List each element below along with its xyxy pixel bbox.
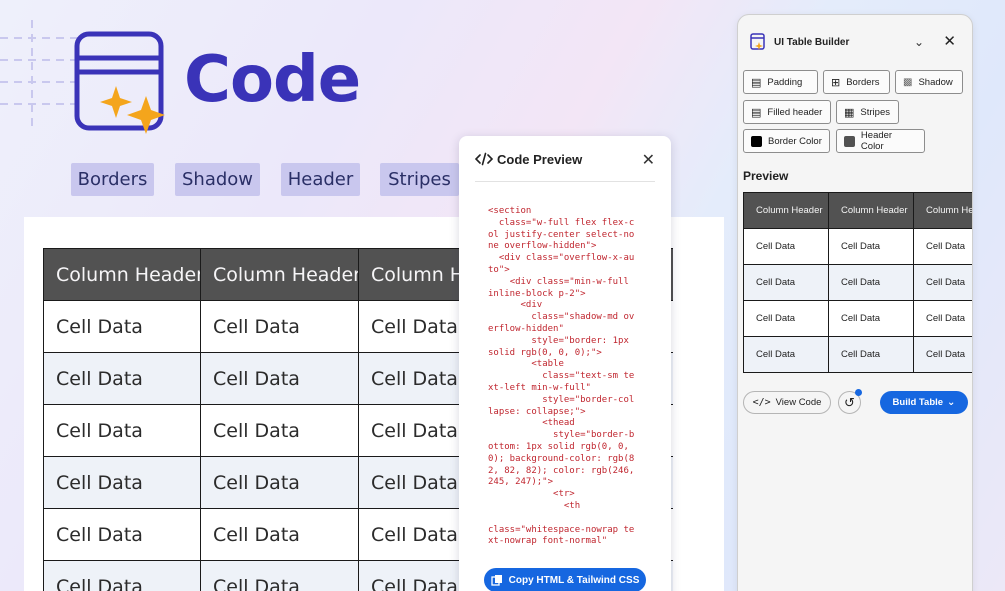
table-cell: Cell Data (913, 336, 972, 373)
copy-button-label: Copy HTML & Tailwind CSS (508, 574, 640, 586)
option-padding-button[interactable]: ▤ Padding (743, 70, 818, 94)
column-header: Column Header (200, 248, 359, 301)
table-cell: Cell Data (43, 352, 201, 405)
copy-code-button[interactable]: Copy HTML & Tailwind CSS (484, 568, 646, 591)
build-table-button[interactable]: Build Table ⌄ (880, 391, 968, 414)
code-preview-panel: Code Preview ✕ <section class="w-full fl… (459, 136, 671, 591)
code-brackets-icon (475, 152, 493, 166)
table-cell: Cell Data (43, 300, 201, 353)
chip-borders: Borders (71, 163, 154, 196)
table-cell: Cell Data (200, 456, 359, 509)
table-row: Cell Data Cell Data Cell Data (743, 300, 972, 337)
table-cell: Cell Data (743, 264, 829, 301)
hero-title: Code (184, 43, 361, 117)
table-cell: Cell Data (828, 300, 914, 337)
table-cell: Cell Data (743, 228, 829, 265)
table-cell: Cell Data (200, 508, 359, 561)
borders-icon: ⊞ (831, 76, 841, 89)
table-row: Cell Data Cell Data Cell Data (743, 228, 972, 265)
reset-icon: ↺ (844, 394, 855, 410)
stripes-icon: ▦ (844, 106, 855, 119)
column-header: Column Header (43, 248, 201, 301)
option-label: Stripes (860, 106, 890, 118)
code-snippet: <section class="w-full flex flex-col jus… (488, 206, 635, 547)
column-header: Column Header (828, 192, 914, 229)
table-sparkle-icon (74, 31, 165, 134)
notification-dot (855, 389, 862, 396)
table-cell: Cell Data (43, 508, 201, 561)
table-cell: Cell Data (200, 560, 359, 591)
close-icon[interactable]: ✕ (642, 150, 655, 170)
header-color-swatch (844, 135, 855, 147)
column-header: Column Header (913, 192, 972, 229)
table-cell: Cell Data (43, 560, 201, 591)
table-row: Cell Data Cell Data Cell Data (743, 264, 972, 301)
table-cell: Cell Data (828, 264, 914, 301)
builder-title: UI Table Builder (774, 36, 850, 48)
preview-table-container: Column Header Column Header Column Heade… (743, 192, 972, 374)
code-preview-header: Code Preview ✕ (475, 152, 655, 182)
table-row: Cell Data Cell Data Cell Data (743, 336, 972, 373)
code-preview-title: Code Preview (497, 152, 583, 167)
option-label: Filled header (767, 106, 823, 118)
table-cell: Cell Data (200, 300, 359, 353)
table-cell: Cell Data (828, 228, 914, 265)
option-stripes-button[interactable]: ▦ Stripes (836, 100, 899, 124)
table-cell: Cell Data (743, 336, 829, 373)
padding-icon: ▤ (751, 76, 762, 89)
filled-header-icon: ▤ (751, 106, 762, 119)
table-cell: Cell Data (913, 228, 972, 265)
border-color-swatch (751, 135, 762, 147)
reset-button[interactable]: ↺ (838, 389, 862, 414)
builder-header: UI Table Builder ⌄ ✕ (750, 29, 960, 55)
view-code-label: View Code (775, 397, 822, 408)
preview-label: Preview (743, 169, 789, 183)
table-builder-panel: UI Table Builder ⌄ ✕ ▤ Padding ⊞ Borders… (737, 14, 973, 591)
table-cell: Cell Data (828, 336, 914, 373)
table-header-row: Column Header Column Header Column Heade… (743, 192, 972, 229)
preview-table: Column Header Column Header Column Heade… (743, 192, 972, 373)
chevron-down-icon: ⌄ (947, 397, 956, 408)
view-code-button[interactable]: </> View Code (743, 391, 831, 414)
chip-stripes: Stripes (380, 163, 459, 196)
chip-shadow: Shadow (175, 163, 260, 196)
table-cell: Cell Data (43, 456, 201, 509)
option-header-color-button[interactable]: Header Color (836, 129, 925, 153)
code-brackets-icon: </> (752, 397, 771, 408)
table-cell: Cell Data (200, 404, 359, 457)
option-borders-button[interactable]: ⊞ Borders (823, 70, 890, 94)
build-table-label: Build Table (892, 397, 944, 408)
column-header: Column Header (743, 192, 829, 229)
table-cell: Cell Data (913, 300, 972, 337)
option-label: Shadow (918, 76, 953, 88)
table-cell: Cell Data (913, 264, 972, 301)
option-label: Padding (767, 76, 803, 88)
option-label: Border Color (768, 135, 822, 147)
shadow-icon: ▩ (903, 76, 913, 88)
table-app-icon (750, 33, 765, 50)
option-label: Header Color (860, 130, 893, 152)
chevron-down-icon[interactable]: ⌄ (914, 35, 924, 49)
table-cell: Cell Data (43, 404, 201, 457)
option-filled-header-button[interactable]: ▤ Filled header (743, 100, 831, 124)
table-cell: Cell Data (743, 300, 829, 337)
copy-icon (490, 575, 502, 586)
close-icon[interactable]: ✕ (943, 32, 956, 50)
option-label: Borders (846, 76, 880, 88)
option-border-color-button[interactable]: Border Color (743, 129, 830, 153)
table-cell: Cell Data (200, 352, 359, 405)
chip-header: Header (281, 163, 360, 196)
option-shadow-button[interactable]: ▩ Shadow (895, 70, 963, 94)
